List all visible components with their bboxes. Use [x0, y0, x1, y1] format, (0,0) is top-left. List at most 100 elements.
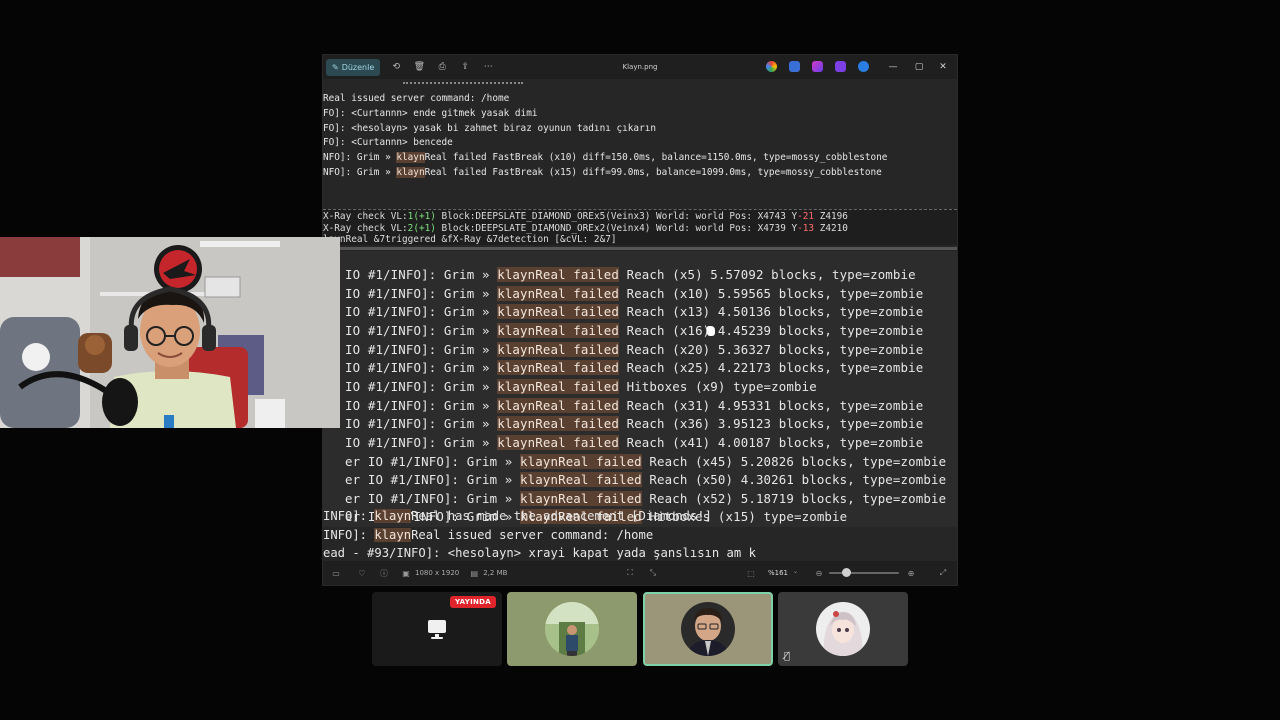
console-text: X-Ray check VL: [323, 211, 408, 222]
participant-tile-3-active-speaker[interactable] [643, 592, 773, 666]
xray-alert-block: X-Ray check VL:1(+1) Block:DEEPSLATE_DIA… [323, 209, 957, 245]
console-line: INFO]: klaynReal issued server command: … [323, 527, 654, 542]
avatar [816, 602, 870, 656]
zoom-in-icon[interactable]: ⊕ [904, 569, 918, 578]
fullscreen-icon[interactable]: ⤢ [936, 568, 950, 578]
print-icon[interactable]: ⎙ [435, 60, 449, 74]
console-prefix: IO #1/INFO]: Grim » [345, 434, 498, 450]
close-button[interactable]: ✕ [931, 55, 955, 79]
image-dimensions: 1080 x 1920 [415, 569, 460, 577]
file-size-icon: ▤ [470, 568, 479, 578]
highlighted-player-name: klaynReal failed [497, 304, 619, 320]
console-message: Reach (x5) 5.57092 blocks, type=zombie [618, 267, 916, 282]
console-line: IO #1/INFO]: Grim » klaynReal failed Rea… [345, 304, 923, 320]
console-line: IO #1/INFO]: Grim » klaynReal failed Rea… [345, 322, 924, 338]
zoom-level[interactable]: %161 [768, 569, 788, 577]
screen-share-tile[interactable]: YAYINDA [372, 592, 502, 666]
console-line: IO #1/INFO]: Grim » klaynReal failed Rea… [345, 434, 923, 450]
copilot-icon[interactable] [766, 61, 777, 72]
console-message: Real issued server command: /home [411, 527, 654, 542]
participant-tile-2[interactable] [507, 592, 637, 666]
info-icon[interactable]: ⓘ [377, 568, 391, 579]
console-message: Real failed FastBreak (x10) diff=150.0ms… [424, 152, 888, 164]
fit-to-window-icon[interactable]: ⬚ [744, 569, 758, 578]
webcam-feed [0, 237, 340, 428]
zoom-slider-handle[interactable] [842, 568, 851, 577]
muted-microphone-icon: 🎙̸ [784, 651, 791, 662]
console-prefix: IO #1/INFO]: Grim » [345, 267, 498, 282]
status-bar: ▭ ♡ ⓘ ▣ 1080 x 1920 ▤ 2,2 MB ⛶ ⤡ ⬚ %161 … [323, 561, 957, 585]
avatar [545, 602, 599, 656]
filmstrip-icon[interactable]: ▭ [329, 569, 343, 578]
edit-button[interactable]: ✎ Düzenle [326, 58, 381, 76]
highlighted-player-name: klaynReal failed [497, 434, 619, 450]
file-size: 2,2 MB [483, 569, 508, 577]
console-text: FO]: <Curtannn> bencede [323, 137, 453, 149]
console-prefix: INFO]: [323, 509, 375, 523]
compare-icon[interactable]: ⤡ [646, 568, 660, 578]
console-text: Real issued server command: /home [323, 93, 510, 104]
console-prefix: IO #1/INFO]: Grim » [345, 416, 498, 432]
console-message: Real failed FastBreak (x15) diff=99.0ms,… [424, 167, 882, 178]
console-line: X-Ray check VL:1(+1) Block:DEEPSLATE_DIA… [323, 211, 848, 222]
console-line: laynReal &7triggered &fX-Ray &7detection… [323, 234, 617, 245]
anticheat-log: IO #1/INFO]: Grim » klaynReal failed Rea… [323, 251, 957, 527]
console-line: FO]: <Curtannn> ende gitmek yasak dimi [323, 108, 537, 119]
console-line: IO #1/INFO]: Grim » klaynReal failed Hit… [345, 378, 817, 394]
clipchamp-icon[interactable] [812, 61, 823, 72]
console-text: Z4196 [814, 211, 848, 222]
highlighted-player-name: klayn [374, 527, 412, 542]
zoom-out-icon[interactable]: ⊖ [812, 569, 826, 578]
onedrive-icon[interactable] [858, 61, 869, 72]
more-icon[interactable]: ⋯ [481, 60, 495, 74]
console-prefix: IO #1/INFO]: Grim » [345, 285, 498, 301]
zoom-slider[interactable] [829, 572, 899, 574]
rotate-icon[interactable]: ⟲ [389, 60, 403, 74]
console-line: IO #1/INFO]: Grim » klaynReal failed Rea… [345, 416, 923, 432]
console-line: NFO]: Grim » klaynReal failed FastBreak … [323, 152, 888, 164]
console-message: Reach (x50) 4.30261 blocks, type=zombie [641, 472, 947, 488]
photos-app-icon[interactable] [835, 61, 846, 72]
highlighted-player-name: klaynReal failed [497, 397, 619, 413]
console-line: IO #1/INFO]: Grim » klaynReal failed Rea… [345, 397, 923, 413]
image-canvas[interactable]: Real issued server command: /home FO]: <C… [323, 79, 957, 563]
console-text: X-Ray check VL: [323, 222, 408, 234]
console-prefix: er IO #1/INFO]: Grim » [345, 453, 521, 469]
section-divider [323, 247, 957, 250]
console-prefix: IO #1/INFO]: Grim » [345, 360, 498, 376]
edit-label: Düzenle [341, 62, 375, 72]
console-prefix: INFO]: [323, 527, 375, 542]
console-prefix: IO #1/INFO]: Grim » [345, 304, 498, 320]
share-icon[interactable]: ⇪ [458, 60, 472, 74]
participant-tile-4[interactable]: 🎙̸ [778, 592, 908, 666]
highlighted-player-name: klaynReal failed [497, 360, 619, 376]
highlighted-player-name: klayn [374, 509, 412, 523]
designer-icon[interactable] [789, 61, 800, 72]
crop-icon[interactable]: ⛶ [623, 568, 637, 578]
highlighted-player-name: klayn [396, 167, 425, 178]
highlighted-player-name: klaynReal failed [497, 285, 619, 301]
favorite-icon[interactable]: ♡ [355, 569, 369, 578]
console-line: NFO]: Grim » klaynReal failed FastBreak … [323, 167, 882, 178]
live-badge: YAYINDA [449, 596, 496, 608]
streamer-webcam [0, 237, 340, 428]
console-message: Real has made the advancement [Diamonds!… [411, 509, 712, 523]
avatar [681, 602, 735, 656]
console-prefix: er IO #1/INFO]: Grim » [345, 490, 521, 506]
minimize-button[interactable]: — [881, 55, 905, 79]
console-text: Z4210 [814, 222, 848, 234]
maximize-button[interactable]: ▢ [907, 55, 931, 79]
console-message: Hitboxes (x9) type=zombie [618, 378, 817, 394]
delete-icon[interactable]: 🗑 [412, 60, 426, 74]
app-shortcuts [766, 61, 869, 72]
console-prefix: IO #1/INFO]: Grim » [345, 378, 498, 394]
console-message: Reach (x10) 5.59565 blocks, type=zombie [618, 285, 924, 301]
console-line: er IO #1/INFO]: Grim » klaynReal failed … [345, 453, 946, 469]
chevron-down-icon[interactable]: ⌄ [793, 568, 798, 575]
console-message: Reach (x16) 4.45239 blocks, type=zombie [618, 322, 924, 338]
console-text: Block:DEEPSLATE_DIAMOND_OREx5(Veinx3) Wo… [435, 211, 798, 222]
highlighted-player-name: klaynReal failed [497, 341, 619, 357]
console-line: INFO]: klaynReal has made the advancemen… [323, 509, 712, 523]
image-size-icon: ▣ [402, 568, 410, 578]
highlighted-player-name: klaynReal failed [520, 490, 642, 506]
